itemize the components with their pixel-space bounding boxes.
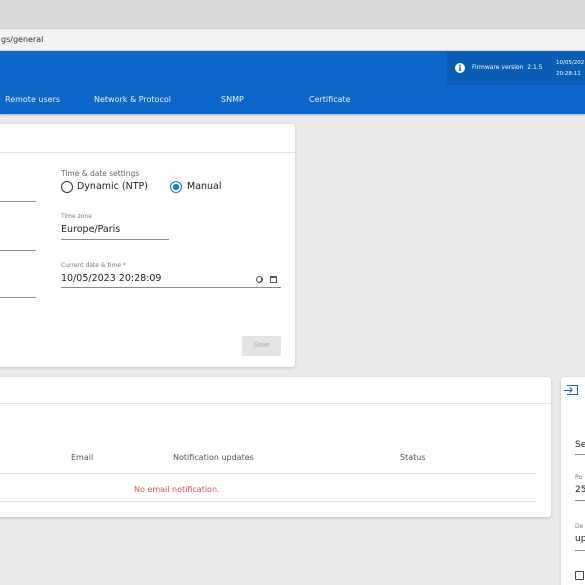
- tab-snmp[interactable]: SNMP: [221, 95, 244, 104]
- tab-remote-users[interactable]: Remote users: [5, 95, 60, 104]
- datetime-label: Current date & time *: [61, 262, 126, 269]
- firmware-version-text: Firmware version 2.1.5: [472, 64, 543, 71]
- datetime-value[interactable]: 10/05/2023 20:28:09: [61, 273, 161, 284]
- table-bottom-divider: [0, 501, 536, 502]
- left-field-3[interactable]: [0, 297, 36, 298]
- login-icon: [564, 385, 578, 395]
- browser-tab-bar: [0, 0, 585, 29]
- column-notification-updates: Notification updates: [173, 453, 254, 462]
- tab-network-protocol[interactable]: Network & Protocol: [94, 95, 171, 104]
- checkbox[interactable]: [575, 571, 584, 580]
- header-time: 20:28:11: [556, 71, 581, 77]
- radio-dynamic-ntp[interactable]: [61, 181, 73, 193]
- smtp-settings-card: Se Po 25 De up: [561, 377, 585, 585]
- time-date-settings-label: Time & date settings: [61, 169, 140, 178]
- empty-table-message: No email notification.: [134, 485, 220, 494]
- tab-certificate[interactable]: Certificate: [309, 95, 351, 104]
- radio-dynamic-ntp-label[interactable]: Dynamic (NTP): [77, 181, 148, 192]
- left-field-1[interactable]: [0, 201, 36, 202]
- general-settings-card: Time & date settings Dynamic (NTP) Manua…: [0, 124, 295, 367]
- timezone-field[interactable]: [61, 239, 169, 240]
- save-button[interactable]: Save: [242, 336, 281, 356]
- info-icon[interactable]: i: [455, 63, 465, 73]
- address-bar[interactable]: gs/general: [0, 29, 585, 51]
- timezone-value[interactable]: Europe/Paris: [61, 224, 120, 235]
- third-field-value[interactable]: up: [575, 534, 585, 544]
- port-field[interactable]: [575, 500, 585, 501]
- radio-manual-label[interactable]: Manual: [187, 181, 222, 192]
- third-field[interactable]: [575, 550, 585, 551]
- datetime-field[interactable]: [61, 287, 281, 288]
- timezone-label: Time zone: [61, 213, 92, 220]
- header-datetime: 10/05/202 20:28:11: [556, 58, 584, 80]
- calendar-icon[interactable]: [270, 276, 277, 283]
- app-header: i Firmware version 2.1.5 10/05/202 20:28…: [0, 51, 585, 85]
- settings-tabs: Remote users Network & Protocol SNMP Cer…: [0, 85, 585, 114]
- clock-icon[interactable]: [256, 276, 263, 283]
- firmware-info: i Firmware version 2.1.5 10/05/202 20:28…: [447, 51, 585, 85]
- column-status: Status: [400, 453, 426, 462]
- third-field-label: De: [575, 523, 584, 530]
- header-date: 10/05/202: [556, 60, 585, 66]
- firmware-label: Firmware version: [472, 64, 524, 71]
- server-field-value[interactable]: Se: [575, 440, 585, 450]
- card-header-divider: [0, 152, 295, 153]
- firmware-version: 2.1.5: [527, 64, 543, 71]
- address-bar-url: gs/general: [1, 35, 44, 44]
- radio-manual[interactable]: [170, 181, 182, 193]
- left-field-2[interactable]: [0, 250, 36, 251]
- port-field-label: Po: [575, 474, 583, 481]
- email-notifications-card: Email Notification updates Status No ema…: [0, 377, 551, 517]
- table-header-divider: [0, 473, 536, 474]
- column-email: Email: [71, 453, 94, 462]
- card-header-divider: [0, 403, 551, 404]
- server-field[interactable]: [575, 454, 585, 455]
- port-field-value[interactable]: 25: [575, 485, 585, 495]
